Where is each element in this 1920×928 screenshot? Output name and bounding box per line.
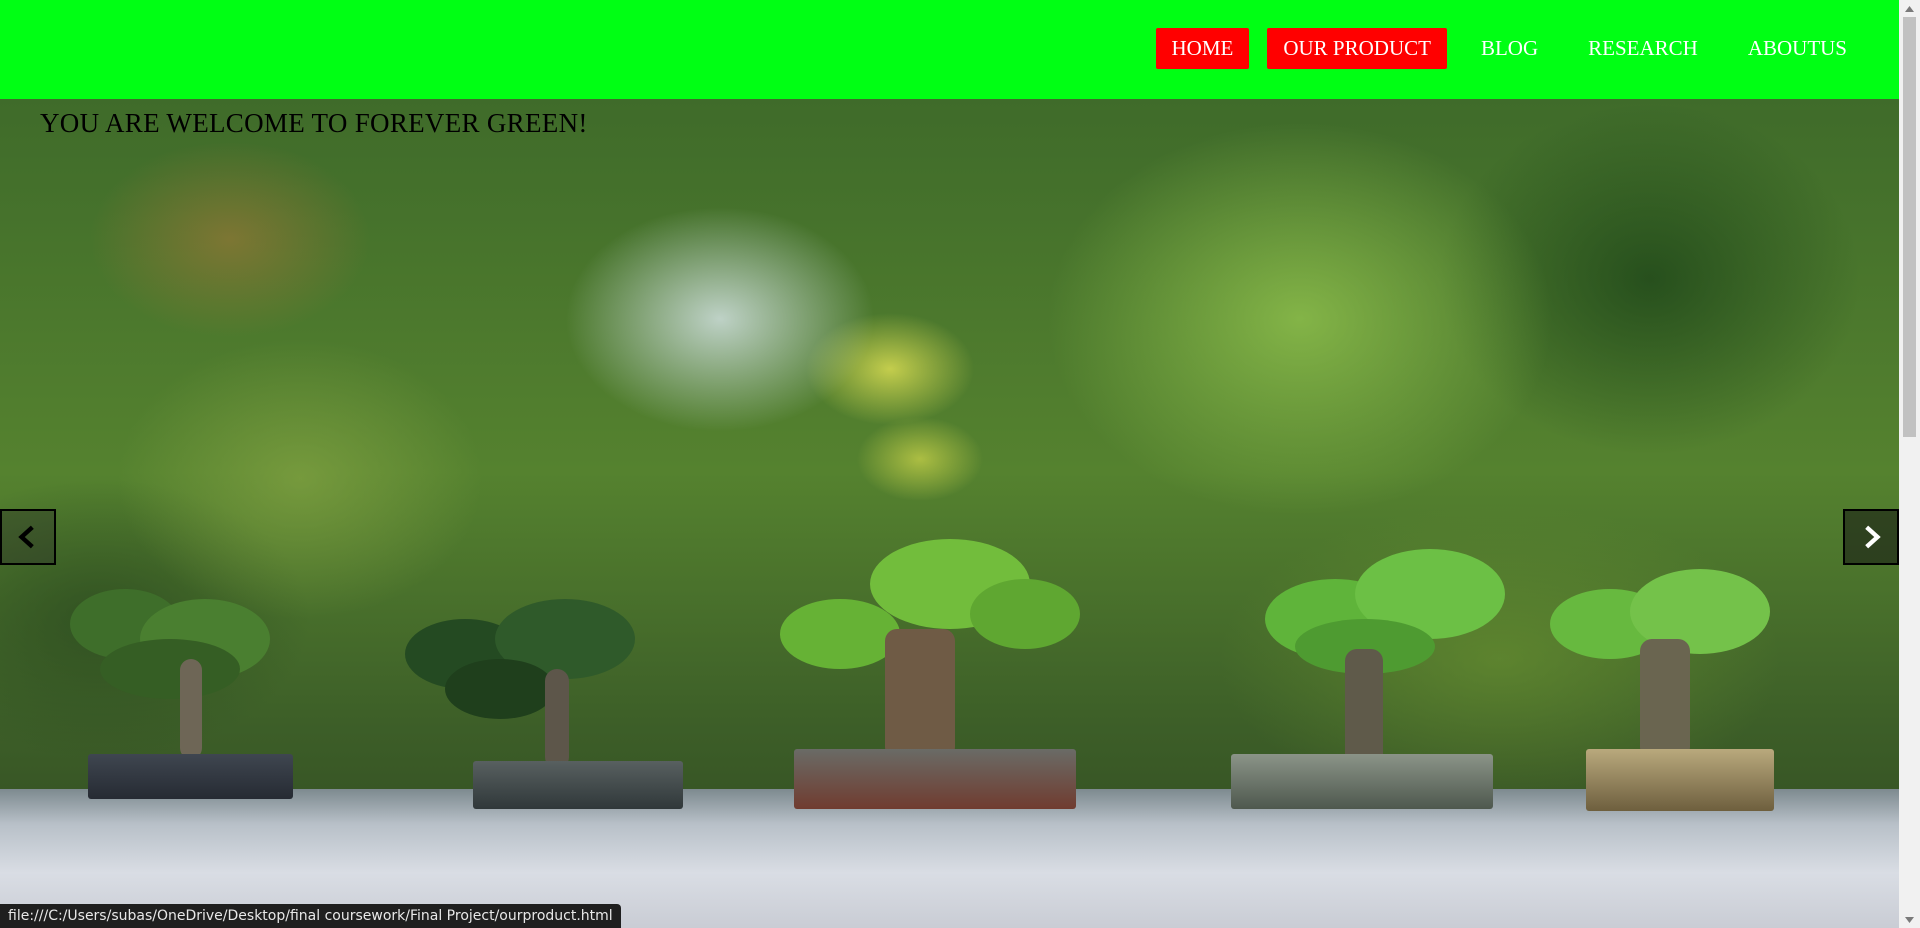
carousel-next-button[interactable] xyxy=(1843,509,1899,565)
link-status-bar: file:///C:/Users/subas/OneDrive/Desktop/… xyxy=(0,904,621,928)
welcome-heading: YOU ARE WELCOME TO FOREVER GREEN! xyxy=(40,108,588,138)
nav-item-blog[interactable]: BLOG xyxy=(1465,28,1554,69)
nav-item-our-product[interactable]: OUR PRODUCT xyxy=(1267,28,1447,69)
bonsai-tree-5 xyxy=(1540,569,1790,819)
nav-item-home[interactable]: HOME xyxy=(1155,28,1250,69)
nav-item-research[interactable]: RESEARCH xyxy=(1572,28,1714,69)
bonsai-tree-4 xyxy=(1225,549,1525,819)
chevron-right-icon xyxy=(1865,525,1881,549)
scrollbar-thumb[interactable] xyxy=(1903,17,1916,437)
scroll-down-arrow-icon[interactable] xyxy=(1899,911,1920,928)
scroll-up-arrow-icon[interactable] xyxy=(1899,0,1920,17)
bonsai-tree-2 xyxy=(405,599,705,819)
nav-menu: HOME OUR PRODUCT BLOG RESEARCH ABOUTUS xyxy=(1155,28,1864,69)
hero-slide-image xyxy=(0,99,1899,928)
vertical-scrollbar[interactable] xyxy=(1899,0,1920,928)
chevron-left-icon xyxy=(18,525,34,549)
nav-item-aboutus[interactable]: ABOUTUS xyxy=(1732,28,1863,69)
bonsai-tree-1 xyxy=(60,589,320,809)
navbar: HOME OUR PRODUCT BLOG RESEARCH ABOUTUS xyxy=(0,0,1899,99)
bonsai-tree-3 xyxy=(770,539,1100,819)
carousel-prev-button[interactable] xyxy=(0,509,56,565)
